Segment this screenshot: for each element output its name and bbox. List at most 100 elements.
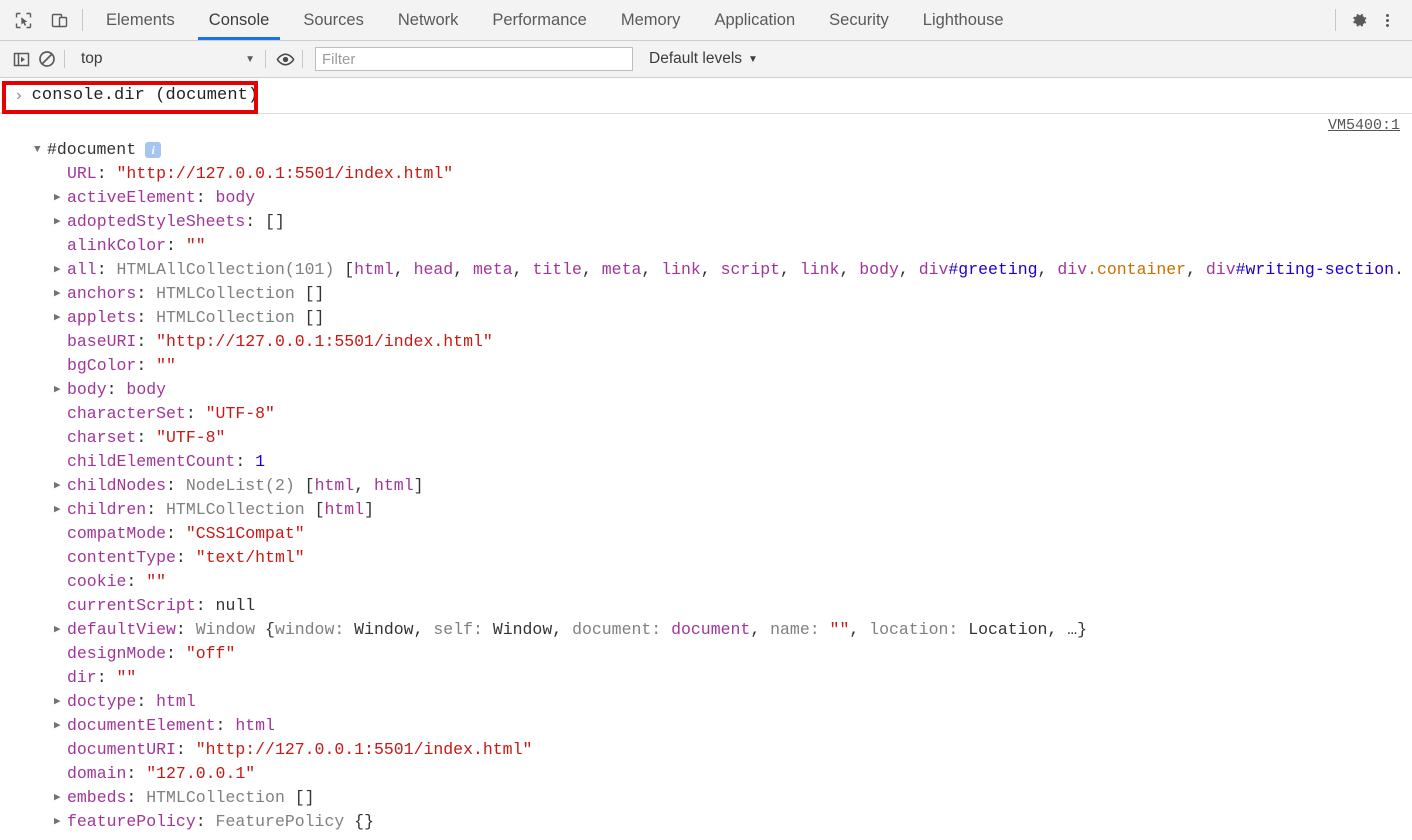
tree-property-row[interactable]: ▶ childNodes: NodeList(2) [html, html] xyxy=(0,474,1412,498)
tab-lighthouse[interactable]: Lighthouse xyxy=(906,0,1021,40)
property-value: HTMLCollection [] xyxy=(146,282,324,306)
chevron-right-icon[interactable]: ▶ xyxy=(54,186,67,210)
tree-property-row[interactable]: ▶ defaultView: Window {window: Window, se… xyxy=(0,618,1412,642)
value-token: HTMLCollection xyxy=(156,500,315,519)
tree-property-row[interactable]: ▶compatMode: "CSS1Compat" xyxy=(0,522,1412,546)
tree-property-row[interactable]: ▶cookie: "" xyxy=(0,570,1412,594)
tree-property-row[interactable]: ▶ doctype: html xyxy=(0,690,1412,714)
value-token: link xyxy=(661,260,701,279)
tab-memory[interactable]: Memory xyxy=(604,0,698,40)
tree-property-row[interactable]: ▶ documentElement: html xyxy=(0,714,1412,738)
tree-property-row[interactable]: ▶ applets: HTMLCollection [] xyxy=(0,306,1412,330)
tree-property-row[interactable]: ▶contentType: "text/html" xyxy=(0,546,1412,570)
device-toolbar-icon[interactable] xyxy=(46,7,72,33)
tree-property-row[interactable]: ▶ adoptedStyleSheets: [] xyxy=(0,210,1412,234)
tree-property-row[interactable]: ▶charset: "UTF-8" xyxy=(0,426,1412,450)
chevron-down-icon[interactable]: ▼ xyxy=(34,138,47,162)
info-icon[interactable]: i xyxy=(145,142,162,158)
tree-property-row[interactable]: ▶ children: HTMLCollection [html] xyxy=(0,498,1412,522)
tree-property-row[interactable]: ▶ activeElement: body xyxy=(0,186,1412,210)
tree-property-row[interactable]: ▶currentScript: null xyxy=(0,594,1412,618)
chevron-right-icon[interactable]: ▶ xyxy=(54,810,67,834)
tree-root-row[interactable]: ▼ #document i xyxy=(0,138,1412,162)
value-token: , xyxy=(641,260,662,279)
property-name: childNodes xyxy=(67,476,167,495)
tree-property-row[interactable]: ▶URL: "http://127.0.0.1:5501/index.html" xyxy=(0,162,1412,186)
value-token: div xyxy=(1205,260,1236,279)
tree-property-row[interactable]: ▶childElementCount: 1 xyxy=(0,450,1412,474)
value-token: , xyxy=(1186,260,1206,279)
property-value: HTMLCollection [] xyxy=(146,306,324,330)
chevron-right-icon[interactable]: ▶ xyxy=(54,282,67,306)
tree-property-row[interactable]: ▶ featurePolicy: FeaturePolicy {} xyxy=(0,810,1412,834)
value-token: , xyxy=(581,260,602,279)
console-sidebar-icon[interactable] xyxy=(8,46,34,72)
tab-network[interactable]: Network xyxy=(381,0,476,40)
value-token: Window xyxy=(354,620,414,639)
value-token: HTMLAllCollection(101) xyxy=(106,260,345,279)
tree-property-row[interactable]: ▶documentURI: "http://127.0.0.1:5501/ind… xyxy=(0,738,1412,762)
property-value: html xyxy=(225,714,275,738)
property-colon: : xyxy=(96,668,107,687)
tree-property-row[interactable]: ▶domain: "127.0.0.1" xyxy=(0,762,1412,786)
property-colon: : xyxy=(146,500,157,519)
chevron-right-icon[interactable]: ▶ xyxy=(54,714,67,738)
chevron-right-icon[interactable]: ▶ xyxy=(54,306,67,330)
clear-console-icon[interactable] xyxy=(34,46,60,72)
tab-sources[interactable]: Sources xyxy=(286,0,381,40)
property-colon: : xyxy=(235,452,246,471)
property-name: anchors xyxy=(67,284,137,303)
tab-label: Elements xyxy=(106,10,175,29)
filter-input[interactable] xyxy=(315,47,633,71)
console-command-row[interactable]: › console.dir (document) xyxy=(0,78,1412,114)
live-expression-eye-icon[interactable] xyxy=(272,46,298,72)
chevron-right-icon[interactable]: ▶ xyxy=(54,210,67,234)
value-token: , xyxy=(849,620,870,639)
tab-security[interactable]: Security xyxy=(812,0,906,40)
tab-console[interactable]: Console xyxy=(192,0,287,40)
property-colon: : xyxy=(136,692,147,711)
tree-property-row[interactable]: ▶dir: "" xyxy=(0,666,1412,690)
value-token: , xyxy=(512,260,533,279)
value-token: "" xyxy=(136,572,167,591)
chevron-right-icon[interactable]: ▶ xyxy=(54,378,67,402)
value-token: , xyxy=(700,260,721,279)
tree-property-row[interactable]: ▶ embeds: HTMLCollection [] xyxy=(0,786,1412,810)
value-token: "off" xyxy=(175,644,236,663)
tree-property-row[interactable]: ▶characterSet: "UTF-8" xyxy=(0,402,1412,426)
chevron-right-icon[interactable]: ▶ xyxy=(54,474,67,498)
tree-property-row[interactable]: ▶alinkColor: "" xyxy=(0,234,1412,258)
tab-elements[interactable]: Elements xyxy=(89,0,192,40)
tab-application[interactable]: Application xyxy=(697,0,812,40)
kebab-menu-icon[interactable] xyxy=(1374,7,1400,33)
tree-property-row[interactable]: ▶designMode: "off" xyxy=(0,642,1412,666)
tree-property-row[interactable]: ▶bgColor: "" xyxy=(0,354,1412,378)
value-token: , xyxy=(1037,260,1058,279)
property-name: designMode xyxy=(67,644,167,663)
tree-property-row[interactable]: ▶baseURI: "http://127.0.0.1:5501/index.h… xyxy=(0,330,1412,354)
property-colon: : xyxy=(175,740,186,759)
tree-property-row[interactable]: ▶ anchors: HTMLCollection [] xyxy=(0,282,1412,306)
chevron-right-icon[interactable]: ▶ xyxy=(54,618,67,642)
toolbar-divider-2 xyxy=(265,50,266,68)
chevron-right-icon[interactable]: ▶ xyxy=(54,498,67,522)
log-levels-select[interactable]: Default levels ▼ xyxy=(649,50,758,68)
inspect-element-icon[interactable] xyxy=(10,7,36,33)
toolbar-divider-1 xyxy=(64,50,65,68)
chevron-right-icon[interactable]: ▶ xyxy=(54,690,67,714)
property-name: body xyxy=(67,380,107,399)
value-token: body xyxy=(859,260,899,279)
source-link[interactable]: VM5400:1 xyxy=(1328,117,1400,134)
tab-performance[interactable]: Performance xyxy=(475,0,603,40)
console-command-text: console.dir (document) xyxy=(31,86,259,105)
tab-bar-divider xyxy=(82,9,83,31)
gear-icon[interactable] xyxy=(1346,7,1372,33)
execution-context-select[interactable]: top ▼ xyxy=(71,46,261,72)
value-token: html xyxy=(324,500,365,519)
chevron-right-icon[interactable]: ▶ xyxy=(54,786,67,810)
tree-property-row[interactable]: ▶ all: HTMLAllCollection(101) [html, head… xyxy=(0,258,1412,282)
tree-property-row[interactable]: ▶ body: body xyxy=(0,378,1412,402)
value-token: [] xyxy=(304,284,325,303)
value-token: [] xyxy=(255,212,285,231)
chevron-right-icon[interactable]: ▶ xyxy=(54,258,67,282)
